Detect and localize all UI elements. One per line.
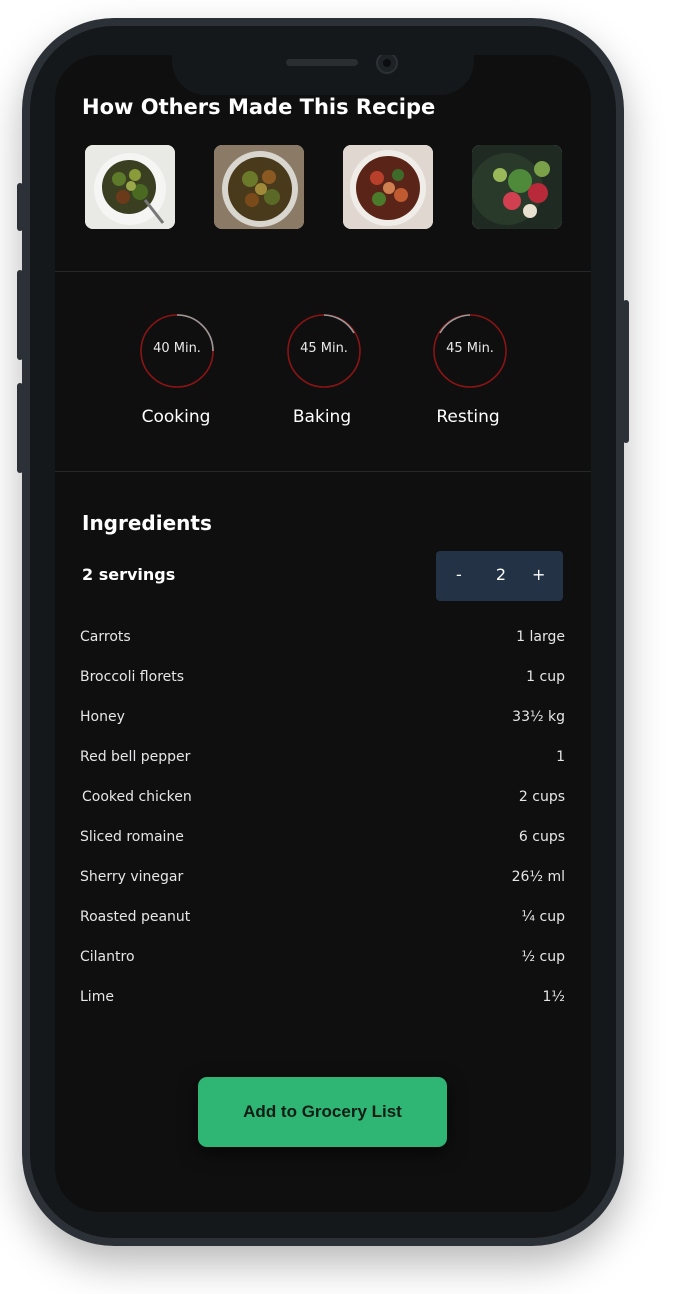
ingredient-row: Carrots 1 large [80, 629, 565, 651]
decrease-servings-button[interactable]: - [456, 565, 462, 584]
recipe-photo-1[interactable] [85, 145, 175, 229]
ingredient-quantity: 1 [556, 749, 565, 765]
recipe-photo-3[interactable] [343, 145, 433, 229]
timer-label-resting: Resting [436, 407, 500, 427]
timer-baking: 45 Min. [284, 313, 364, 389]
gallery-title: How Others Made This Recipe [82, 95, 436, 119]
ingredient-name: Cooked chicken [82, 789, 192, 805]
section-divider [55, 271, 591, 272]
ingredient-quantity: 6 cups [518, 829, 565, 845]
ingredient-name: Lime [80, 989, 114, 1005]
timer-label-baking: Baking [292, 407, 352, 427]
ingredient-quantity: 2 cups [518, 789, 565, 805]
ingredient-name: Roasted peanut [80, 909, 191, 925]
volume-up-button [17, 270, 23, 360]
add-to-grocery-list-button[interactable]: Add to Grocery List [198, 1077, 447, 1147]
ingredient-quantity: 1 cup [526, 669, 565, 685]
ingredient-quantity: 1 large [516, 629, 565, 645]
phone-notch [172, 55, 474, 95]
timer-value: 45 Min. [446, 341, 494, 356]
ingredient-row: Broccoli florets 1 cup [80, 669, 565, 691]
mute-switch [17, 183, 23, 231]
timer-label-cooking: Cooking [141, 407, 211, 427]
ingredient-row: Cilantro ½ cup [80, 949, 565, 971]
ingredient-row: Lime 1½ [80, 989, 565, 1011]
ingredient-row: Honey 33½ kg [80, 709, 565, 731]
ingredient-row: Roasted peanut ¼ cup [80, 909, 565, 931]
ingredient-quantity: 26½ ml [511, 869, 565, 885]
ingredient-name: Sherry vinegar [80, 869, 184, 885]
ingredient-row: Sherry vinegar 26½ ml [80, 869, 565, 891]
ingredient-name: Sliced romaine [80, 829, 184, 845]
timer-value: 40 Min. [153, 341, 201, 356]
section-divider [55, 471, 591, 472]
volume-down-button [17, 383, 23, 473]
ingredient-row: Red bell pepper 1 [80, 749, 565, 771]
app-screen: How Others Made This Recipe 40 Min. Cook… [55, 55, 591, 1212]
timer-resting: 45 Min. [430, 313, 510, 389]
ingredient-quantity: ½ cup [521, 949, 565, 965]
timer-value: 45 Min. [300, 341, 348, 356]
front-camera [376, 55, 398, 74]
ingredient-quantity: 33½ kg [512, 709, 565, 725]
power-button [623, 300, 629, 443]
servings-value: 2 [495, 565, 507, 584]
ingredient-name: Broccoli florets [80, 669, 185, 685]
ingredient-name: Carrots [80, 629, 131, 645]
speaker-grille [286, 59, 358, 66]
servings-label: 2 servings [82, 565, 176, 584]
ingredient-quantity: ¼ cup [521, 909, 565, 925]
recipe-photo-4[interactable] [472, 145, 562, 229]
timer-cooking: 40 Min. [137, 313, 217, 389]
ingredient-name: Cilantro [80, 949, 135, 965]
ingredient-quantity: 1½ [542, 989, 565, 1005]
ingredient-name: Honey [80, 709, 125, 725]
recipe-photo-2[interactable] [214, 145, 304, 229]
ingredients-title: Ingredients [82, 511, 212, 535]
ingredient-row: Sliced romaine 6 cups [80, 829, 565, 851]
ingredient-row: Cooked chicken 2 cups [80, 789, 565, 811]
servings-stepper: - 2 + [436, 551, 563, 601]
ingredient-name: Red bell pepper [80, 749, 191, 765]
increase-servings-button[interactable]: + [532, 565, 545, 584]
